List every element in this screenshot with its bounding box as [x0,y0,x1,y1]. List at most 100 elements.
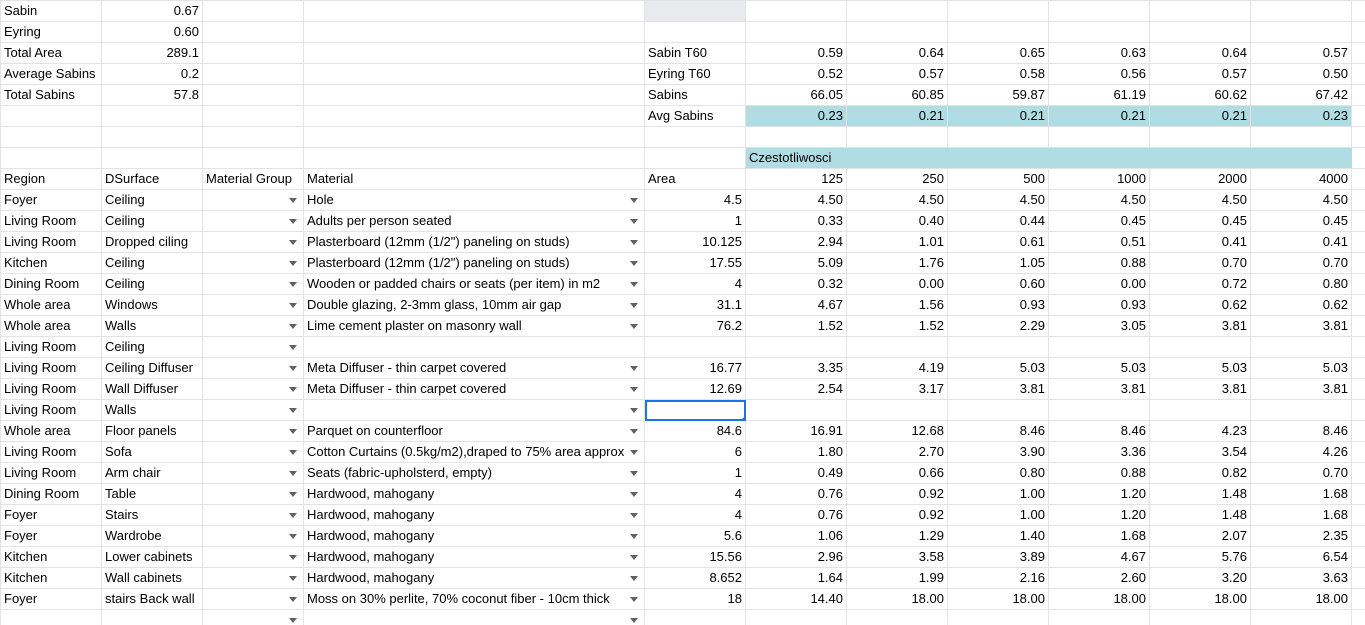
material-group-dropdown[interactable] [203,421,304,442]
freq-summary-value[interactable]: 0.23 [746,106,847,127]
empty-cell[interactable] [1352,22,1365,43]
coefficient-cell[interactable]: 3.63 [1251,568,1352,589]
area-cell[interactable]: 10.125 [645,232,746,253]
coefficient-cell[interactable]: 0.44 [948,211,1049,232]
coefficient-cell[interactable]: 8.46 [1049,421,1150,442]
coefficient-cell[interactable]: 2.60 [1049,568,1150,589]
coefficient-cell[interactable]: 4.26 [1251,442,1352,463]
coefficient-cell[interactable] [1251,610,1352,625]
coefficient-cell[interactable]: 3.58 [847,547,948,568]
surface-cell[interactable]: Lower cabinets [102,547,203,568]
coefficient-cell[interactable]: 5.03 [948,358,1049,379]
coefficient-cell[interactable]: 3.81 [1049,379,1150,400]
area-cell[interactable]: 84.6 [645,421,746,442]
surface-cell[interactable]: Arm chair [102,463,203,484]
coefficient-cell[interactable] [1251,400,1352,421]
coefficient-cell[interactable]: 2.70 [847,442,948,463]
empty-cell[interactable] [847,22,948,43]
surface-cell[interactable]: Floor panels [102,421,203,442]
area-cell[interactable]: 6 [645,442,746,463]
region-cell[interactable] [1,610,102,625]
material-group-dropdown[interactable] [203,379,304,400]
empty-cell[interactable] [1352,127,1365,148]
coefficient-cell[interactable]: 14.40 [746,589,847,610]
region-cell[interactable]: Living Room [1,358,102,379]
material-group-dropdown[interactable] [203,190,304,211]
empty-cell[interactable] [1049,127,1150,148]
freq-summary-value[interactable]: 0.57 [1150,64,1251,85]
coefficient-cell[interactable]: 2.96 [746,547,847,568]
coefficient-cell[interactable]: 18.00 [1251,589,1352,610]
summary-label[interactable]: Sabin [1,1,102,22]
material-group-dropdown[interactable] [203,295,304,316]
coefficient-cell[interactable]: 0.32 [746,274,847,295]
header-frequency[interactable]: 4000 [1251,169,1352,190]
coefficient-cell[interactable]: 12.68 [847,421,948,442]
material-dropdown[interactable]: Seats (fabric-upholsterd, empty) [304,463,645,484]
region-cell[interactable]: Foyer [1,526,102,547]
coefficient-cell[interactable]: 5.09 [746,253,847,274]
coefficient-cell[interactable] [746,400,847,421]
area-cell[interactable]: 12.69 [645,379,746,400]
coefficient-cell[interactable]: 0.92 [847,505,948,526]
coefficient-cell[interactable]: 8.46 [1251,421,1352,442]
surface-cell[interactable]: Ceiling [102,274,203,295]
freq-summary-value[interactable]: 0.58 [948,64,1049,85]
empty-cell[interactable] [1352,484,1365,505]
empty-cell[interactable] [102,106,203,127]
coefficient-cell[interactable]: 4.67 [1049,547,1150,568]
coefficient-cell[interactable]: 3.89 [948,547,1049,568]
material-group-dropdown[interactable] [203,253,304,274]
empty-cell[interactable] [203,22,304,43]
material-group-dropdown[interactable] [203,316,304,337]
coefficient-cell[interactable]: 1.99 [847,568,948,589]
material-group-dropdown[interactable] [203,589,304,610]
material-group-dropdown[interactable] [203,568,304,589]
coefficient-cell[interactable] [847,337,948,358]
coefficient-cell[interactable]: 0.49 [746,463,847,484]
region-cell[interactable]: Living Room [1,211,102,232]
material-dropdown[interactable]: Parquet on counterfloor [304,421,645,442]
coefficient-cell[interactable]: 4.50 [1150,190,1251,211]
header-frequency[interactable]: 500 [948,169,1049,190]
coefficient-cell[interactable]: 2.94 [746,232,847,253]
coefficient-cell[interactable]: 0.45 [1150,211,1251,232]
coefficient-cell[interactable]: 3.54 [1150,442,1251,463]
freq-summary-value[interactable]: 0.57 [1251,43,1352,64]
coefficient-cell[interactable]: 0.80 [948,463,1049,484]
region-cell[interactable]: Kitchen [1,253,102,274]
freq-summary-value[interactable]: 0.59 [746,43,847,64]
area-cell[interactable] [645,337,746,358]
freq-summary-value[interactable]: 0.50 [1251,64,1352,85]
area-cell[interactable]: 4 [645,505,746,526]
coefficient-cell[interactable]: 0.00 [1049,274,1150,295]
empty-cell[interactable] [304,64,645,85]
empty-cell[interactable] [1352,400,1365,421]
material-group-dropdown[interactable] [203,463,304,484]
empty-cell[interactable] [1352,568,1365,589]
empty-cell[interactable] [1352,547,1365,568]
area-cell[interactable]: 15.56 [645,547,746,568]
coefficient-cell[interactable]: 3.81 [1251,379,1352,400]
coefficient-cell[interactable]: 5.76 [1150,547,1251,568]
area-cell[interactable] [645,610,746,625]
coefficient-cell[interactable]: 3.17 [847,379,948,400]
coefficient-cell[interactable]: 1.52 [847,316,948,337]
empty-cell[interactable] [1251,1,1352,22]
coefficient-cell[interactable] [1150,337,1251,358]
freq-summary-value[interactable]: 59.87 [948,85,1049,106]
coefficient-cell[interactable]: 0.88 [1049,253,1150,274]
coefficient-cell[interactable]: 1.29 [847,526,948,547]
empty-cell[interactable] [948,127,1049,148]
empty-cell[interactable] [304,43,645,64]
freq-summary-value[interactable]: 0.63 [1049,43,1150,64]
material-group-dropdown[interactable] [203,400,304,421]
surface-cell[interactable]: Ceiling Diffuser [102,358,203,379]
area-cell[interactable]: 8.652 [645,568,746,589]
coefficient-cell[interactable]: 5.03 [1251,358,1352,379]
region-cell[interactable]: Kitchen [1,547,102,568]
coefficient-cell[interactable] [1049,337,1150,358]
coefficient-cell[interactable]: 18.00 [1150,589,1251,610]
coefficient-cell[interactable]: 1.40 [948,526,1049,547]
coefficient-cell[interactable]: 0.45 [1049,211,1150,232]
